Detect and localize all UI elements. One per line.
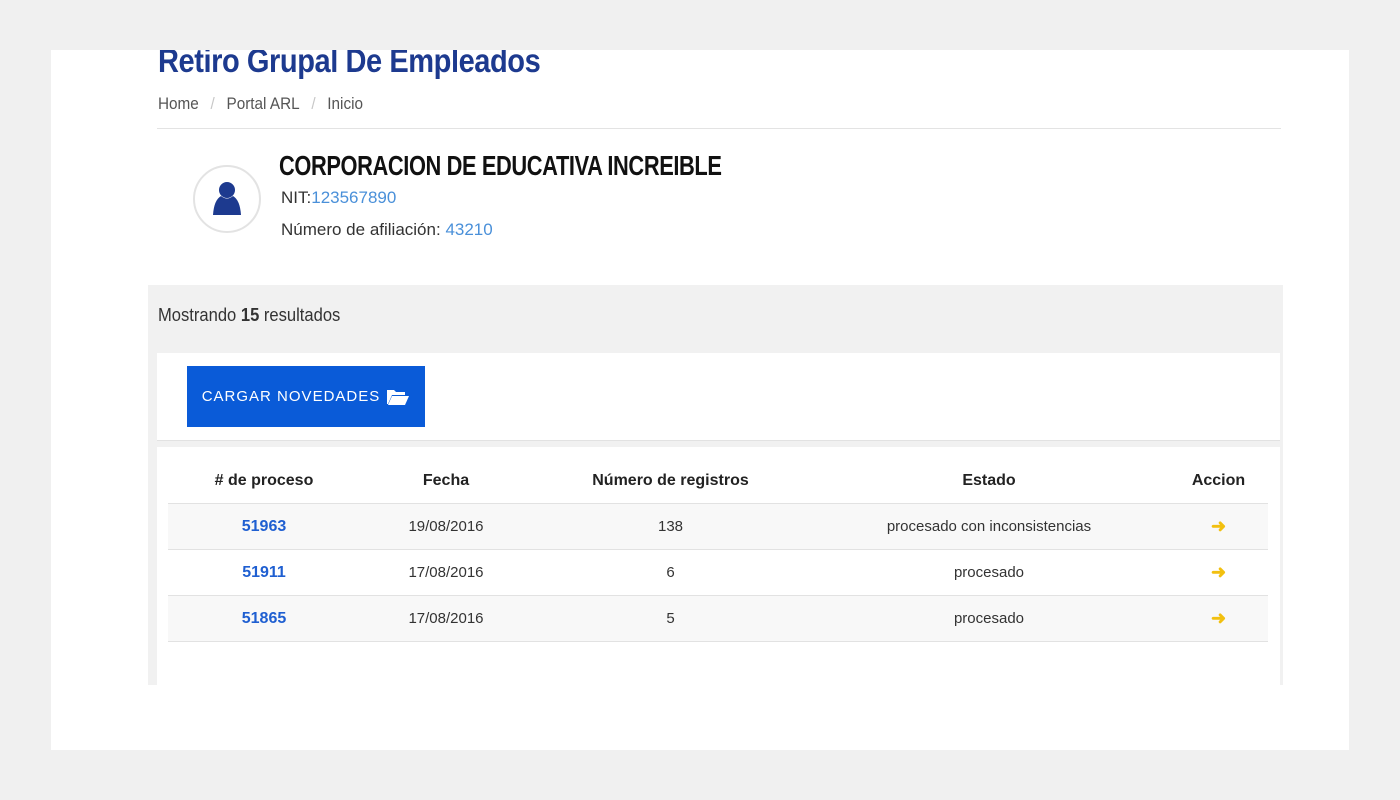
table-row: 51911 17/08/2016 6 procesado ➜	[168, 549, 1268, 596]
proceso-link[interactable]: 51865	[242, 610, 287, 627]
page-title: Retiro Grupal De Empleados	[158, 50, 541, 79]
nit-row: NIT:123567890	[281, 188, 396, 208]
results-panel: Mostrando 15 resultados CARGAR NOVEDADES…	[148, 285, 1283, 687]
fecha-cell: 17/08/2016	[360, 595, 532, 642]
arrow-right-icon[interactable]: ➜	[1211, 562, 1226, 582]
results-count: Mostrando 15 resultados	[158, 305, 340, 326]
column-header-proceso: # de proceso	[168, 459, 360, 504]
breadcrumb-current: Inicio	[327, 94, 364, 113]
afiliacion-label: Número de afiliación:	[281, 220, 441, 239]
process-table-container: # de proceso Fecha Número de registros E…	[157, 447, 1280, 687]
table-row: 51963 19/08/2016 138 procesado con incon…	[168, 503, 1268, 550]
nit-label: NIT:	[281, 188, 312, 207]
registros-cell: 6	[532, 549, 809, 596]
user-silhouette-icon	[213, 182, 241, 215]
page-canvas: Retiro Grupal De Empleados Home / Portal…	[51, 50, 1349, 750]
arrow-right-icon[interactable]: ➜	[1211, 608, 1226, 628]
breadcrumb-separator: /	[311, 94, 316, 113]
estado-cell: procesado	[809, 595, 1169, 642]
header-divider	[157, 128, 1281, 129]
proceso-link[interactable]: 51963	[242, 518, 287, 535]
registros-cell: 5	[532, 595, 809, 642]
table-header-row: # de proceso Fecha Número de registros E…	[168, 459, 1268, 504]
upload-button-label: CARGAR NOVEDADES	[201, 388, 381, 405]
column-header-registros: Número de registros	[532, 459, 809, 504]
process-table: # de proceso Fecha Número de registros E…	[168, 459, 1268, 642]
folder-open-icon	[387, 389, 410, 405]
afiliacion-value: 43210	[445, 220, 493, 239]
fecha-cell: 17/08/2016	[360, 549, 532, 596]
table-row: 51865 17/08/2016 5 procesado ➜	[168, 595, 1268, 642]
results-suffix: resultados	[263, 305, 341, 325]
column-header-accion: Accion	[1169, 459, 1268, 504]
breadcrumb-home[interactable]: Home	[158, 94, 199, 114]
column-header-estado: Estado	[809, 459, 1169, 504]
estado-cell: procesado	[809, 549, 1169, 596]
breadcrumb-separator: /	[210, 94, 215, 113]
arrow-right-icon[interactable]: ➜	[1211, 516, 1226, 536]
breadcrumb: Home / Portal ARL / Inicio	[158, 94, 363, 114]
results-prefix: Mostrando	[158, 305, 237, 325]
column-header-fecha: Fecha	[360, 459, 532, 504]
registros-cell: 138	[532, 503, 809, 550]
afiliacion-row: Número de afiliación: 43210	[281, 220, 493, 240]
toolbar: CARGAR NOVEDADES	[157, 353, 1280, 441]
proceso-link[interactable]: 51911	[242, 564, 286, 581]
avatar	[193, 165, 261, 233]
results-number: 15	[240, 305, 260, 325]
cargar-novedades-button[interactable]: CARGAR NOVEDADES	[187, 366, 425, 427]
breadcrumb-portal-arl[interactable]: Portal ARL	[226, 94, 299, 114]
company-name: CORPORACION DE EDUCATIVA INCREIBLE	[279, 150, 722, 181]
nit-value: 123567890	[311, 188, 397, 207]
estado-cell: procesado con inconsistencias	[809, 503, 1169, 550]
fecha-cell: 19/08/2016	[360, 503, 532, 550]
